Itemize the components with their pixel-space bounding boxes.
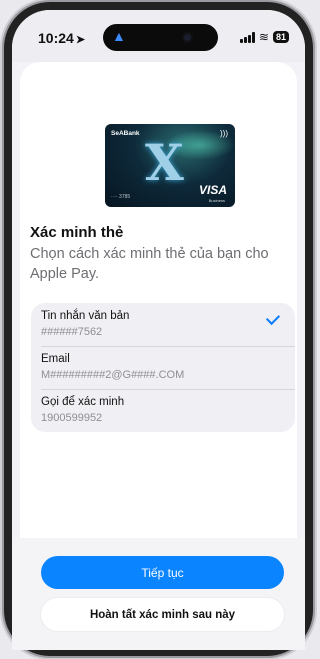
option-label: Tin nhắn văn bản	[41, 310, 130, 322]
option-email[interactable]: Email M#########2@G####.COM	[31, 346, 295, 389]
action-area	[12, 538, 305, 650]
camera-icon	[182, 32, 193, 43]
card-last-digits: ···· 3785	[111, 194, 131, 200]
page-subtitle: Chọn cách xác minh thẻ của bạn cho Apple…	[30, 246, 269, 282]
card-tier: Business	[208, 198, 225, 203]
option-call[interactable]: Gọi để xác minh 1900599952	[31, 389, 295, 432]
verify-later-button[interactable]: Hoàn tất xác minh sau này	[41, 598, 284, 631]
time-text: 10:24	[38, 30, 74, 46]
option-value: 1900599952	[41, 412, 103, 424]
verification-options: Tin nhắn văn bản ######7562 Email M#####…	[31, 303, 295, 432]
dynamic-island[interactable]: ▲	[103, 24, 218, 51]
status-icons: ≋ 81	[239, 30, 289, 44]
option-text-message[interactable]: Tin nhắn văn bản ######7562	[31, 303, 295, 346]
visa-logo: VISA	[198, 183, 227, 197]
status-time: 10:24 ➤	[38, 30, 85, 46]
page-title: Xác minh thẻ	[30, 224, 124, 241]
bank-logo: SeABank	[111, 130, 140, 137]
navigation-arrow-icon: ▲	[112, 28, 126, 44]
card-image: SeABank ))) X ···· 3785 VISA Business	[105, 124, 235, 207]
location-arrow-icon: ➤	[75, 34, 86, 46]
wifi-icon: ≋	[258, 30, 269, 44]
card-brand-glyph: X	[145, 133, 184, 192]
battery-icon: 81	[272, 31, 289, 43]
option-value: ######7562	[41, 326, 103, 338]
option-label: Email	[41, 353, 70, 365]
cellular-signal-icon	[239, 31, 255, 43]
contactless-icon: )))	[220, 129, 228, 138]
option-label: Gọi để xác minh	[41, 396, 125, 408]
option-value: M#########2@G####.COM	[41, 369, 185, 381]
status-bar: 10:24 ➤ ▲ ≋ 81	[12, 10, 305, 62]
continue-button[interactable]: Tiếp tục	[41, 556, 284, 589]
